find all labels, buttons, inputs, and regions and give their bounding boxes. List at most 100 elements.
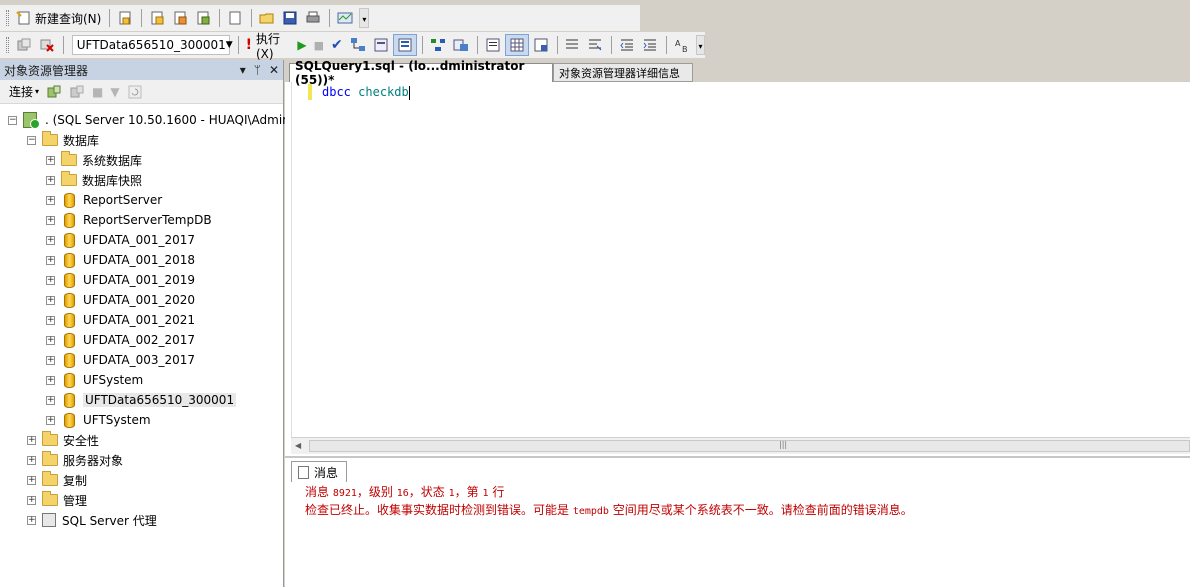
tree-node[interactable]: + 安全性 — [0, 430, 283, 450]
uncomment-button[interactable] — [584, 34, 606, 56]
expand-icon[interactable]: + — [46, 175, 55, 185]
tab-sqlquery1[interactable]: SQLQuery1.sql - (lo...dministrator (55))… — [289, 59, 553, 87]
tree-node[interactable]: + 数据库快照 — [0, 170, 283, 190]
analysis-dmx-query-button[interactable] — [169, 7, 191, 29]
expand-icon[interactable]: + — [46, 275, 55, 285]
parse-button[interactable]: ✔ — [328, 34, 346, 56]
save-button[interactable] — [279, 7, 301, 29]
exclamation-icon: ! — [245, 37, 252, 53]
object-explorer-toolbar: 连接 ▾ ■ ▼ — [0, 80, 283, 104]
analysis-xmla-query-button[interactable] — [192, 7, 214, 29]
available-databases-select[interactable]: UFTData656510_300001 ▼ — [71, 35, 233, 55]
expand-icon[interactable]: + — [46, 375, 55, 385]
expand-icon[interactable]: + — [46, 335, 55, 345]
chevron-down-icon: ▾ — [35, 87, 40, 96]
database-icon — [64, 212, 75, 228]
client-statistics-button[interactable] — [450, 34, 472, 56]
display-estimated-plan-button[interactable] — [347, 34, 369, 56]
disconnect-button[interactable] — [36, 34, 58, 56]
tree-node[interactable]: + ReportServerTempDB — [0, 210, 283, 230]
messages-icon — [298, 465, 309, 479]
tree-node[interactable]: + UFTSystem — [0, 410, 283, 430]
tree-node[interactable]: + 系统数据库 — [0, 150, 283, 170]
tree-node[interactable]: + 管理 — [0, 490, 283, 510]
expand-icon[interactable]: + — [46, 155, 55, 165]
tree-node[interactable]: + UFDATA_003_2017 — [0, 350, 283, 370]
oe-connect-button[interactable] — [43, 81, 65, 103]
results-to-file-button[interactable] — [530, 34, 552, 56]
tree-node[interactable]: + UFDATA_002_2017 — [0, 330, 283, 350]
connect-button[interactable] — [13, 34, 35, 56]
print-button[interactable] — [302, 7, 324, 29]
database-engine-query-button[interactable] — [114, 7, 136, 29]
tree-node-server[interactable]: − . (SQL Server 10.50.1600 - HUAQI\Admin… — [0, 110, 293, 130]
tree-node[interactable]: + ReportServer — [0, 190, 283, 210]
toolbar-overflow-button[interactable]: ▾ — [359, 8, 370, 28]
comment-out-button[interactable] — [561, 34, 583, 56]
results-to-text-button[interactable] — [482, 34, 504, 56]
expand-icon[interactable]: + — [46, 295, 55, 305]
analysis-mdx-query-button[interactable] — [146, 7, 168, 29]
oe-stop-button[interactable]: ■ — [89, 81, 106, 103]
editor-horizontal-scrollbar[interactable]: ◀ ||| — [291, 437, 1190, 454]
increase-indent-button[interactable] — [639, 34, 661, 56]
tree-node[interactable]: + SQL Server 代理 — [0, 510, 283, 530]
expand-icon[interactable]: + — [46, 415, 55, 425]
execute-button[interactable]: ! 执行(X) — [243, 32, 294, 61]
cancel-query-button[interactable]: ■ — [311, 34, 327, 56]
tree-node[interactable]: + 服务器对象 — [0, 450, 283, 470]
tree-node[interactable]: + UFSystem — [0, 370, 283, 390]
toolbar-grip[interactable] — [6, 10, 9, 26]
tree-node[interactable]: + UFDATA_001_2018 — [0, 250, 283, 270]
debug-button[interactable]: ▶ — [294, 34, 309, 56]
tree-node[interactable]: + UFDATA_001_2021 — [0, 310, 283, 330]
expand-icon[interactable]: + — [46, 355, 55, 365]
scrollbar-thumb[interactable] — [309, 440, 1190, 452]
oe-filter-button[interactable]: ▼ — [107, 81, 122, 103]
query-options-button[interactable] — [370, 34, 392, 56]
oe-disconnect-button[interactable] — [66, 81, 88, 103]
activity-monitor-button[interactable] — [334, 7, 356, 29]
decrease-indent-button[interactable] — [616, 34, 638, 56]
oe-refresh-button[interactable] — [124, 81, 146, 103]
actual-plan-icon — [430, 37, 446, 53]
toolbar-grip[interactable] — [6, 37, 9, 53]
include-actual-plan-button[interactable] — [427, 34, 449, 56]
collapse-icon[interactable]: − — [8, 115, 17, 125]
specify-template-values-button[interactable]: AB — [671, 34, 693, 56]
expand-icon[interactable]: + — [46, 255, 55, 265]
toolbar-overflow-button[interactable]: ▾ — [696, 35, 705, 55]
tree-node[interactable]: + UFDATA_001_2017 — [0, 230, 283, 250]
connect-dropdown-button[interactable]: 连接 ▾ — [6, 81, 42, 103]
expand-icon[interactable]: + — [46, 215, 55, 225]
results-to-grid-button[interactable] — [504, 34, 529, 56]
tree-node[interactable]: + UFDATA_001_2020 — [0, 290, 283, 310]
expand-icon[interactable]: + — [27, 515, 36, 525]
expand-icon[interactable]: + — [27, 475, 36, 485]
window-position-dropdown-icon[interactable]: ▾ — [240, 63, 246, 77]
tab-object-explorer-details[interactable]: 对象资源管理器详细信息 — [553, 63, 693, 82]
open-file-button[interactable] — [256, 7, 278, 29]
scroll-left-icon[interactable]: ◀ — [295, 441, 301, 450]
results-to-file-icon — [533, 37, 549, 53]
expand-icon[interactable]: + — [27, 495, 36, 505]
expand-icon[interactable]: + — [46, 235, 55, 245]
new-query-button[interactable]: 新建查询(N) — [13, 7, 104, 29]
new-file-button[interactable] — [224, 7, 246, 29]
tree-node[interactable]: + 复制 — [0, 470, 283, 490]
collapse-icon[interactable]: − — [27, 135, 36, 145]
expand-icon[interactable]: + — [46, 195, 55, 205]
expand-icon[interactable]: + — [27, 455, 36, 465]
expand-icon[interactable]: + — [27, 435, 36, 445]
auto-hide-pin-icon[interactable]: ᛘ — [254, 63, 261, 77]
tree-node-databases[interactable]: − 数据库 — [0, 130, 283, 150]
intellisense-button[interactable] — [392, 34, 417, 56]
close-icon[interactable]: ✕ — [269, 63, 279, 77]
expand-icon[interactable]: + — [46, 315, 55, 325]
toolbar-separator — [237, 36, 239, 54]
expand-icon[interactable]: + — [46, 395, 55, 405]
tab-messages[interactable]: 消息 — [291, 461, 347, 482]
tree-node[interactable]: + UFTData656510_300001 — [0, 390, 283, 410]
tree-node[interactable]: + UFDATA_001_2019 — [0, 270, 283, 290]
query-editor[interactable]: dbcc checkdb — [291, 82, 1190, 437]
